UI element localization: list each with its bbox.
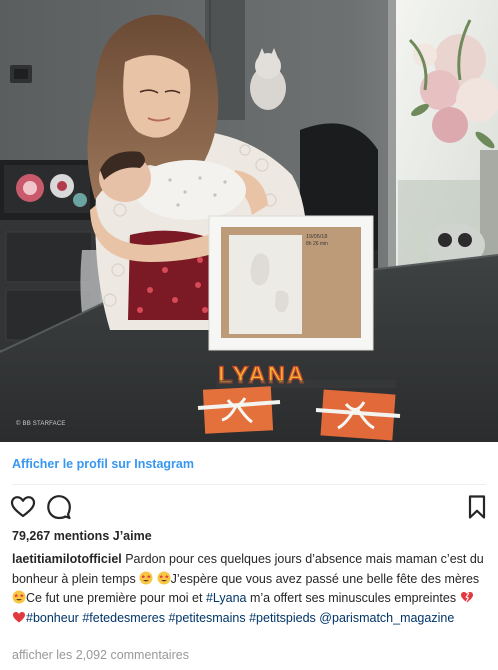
caption-text-3: Ce fut une première pour moi et (26, 591, 206, 605)
divider (12, 484, 486, 485)
instagram-embed: 19/05/18 8h 26 min LYANA © BB STARFACE A… (0, 0, 498, 670)
star-struck-emoji-icon (12, 590, 26, 604)
like-button[interactable] (10, 494, 36, 520)
comment-button[interactable] (46, 494, 72, 520)
hashtag-lyana[interactable]: #Lyana (206, 591, 247, 605)
hashtag-petitspieds[interactable]: #petitspieds (249, 611, 316, 625)
view-profile-link[interactable]: Afficher le profil sur Instagram (12, 457, 194, 471)
photo-watermark: © BB STARFACE (16, 421, 66, 427)
star-struck-emoji-icon (139, 571, 153, 585)
hashtag-fetedesmeres[interactable]: #fetedesmeres (82, 611, 165, 625)
hashtag-petitesmains[interactable]: #petitesmains (168, 611, 245, 625)
save-button[interactable] (464, 494, 490, 520)
bookmark-icon (468, 495, 486, 519)
caption-username[interactable]: laetitiamilotofficiel (12, 552, 122, 566)
hashtag-bonheur[interactable]: #bonheur (26, 611, 79, 625)
frame-time-text: 8h 26 min (306, 241, 328, 247)
post-photo-illustration: 19/05/18 8h 26 min LYANA (0, 0, 498, 442)
post-actions (10, 494, 490, 520)
caption-text-2: J’espère que vous avez passé une belle f… (170, 571, 480, 586)
post-photo[interactable]: 19/05/18 8h 26 min LYANA © BB STARFACE (0, 0, 498, 442)
star-struck-emoji-icon (157, 571, 171, 585)
likes-count[interactable]: 79,267 mentions J’aime (12, 529, 152, 543)
frame-date-text: 19/05/18 (306, 234, 327, 240)
red-heart-emoji-icon (12, 610, 26, 624)
mention-parismatch[interactable]: @parismatch_magazine (319, 611, 454, 625)
heart-outline-icon (10, 496, 36, 518)
view-comments-link[interactable]: afficher les 2,092 commentaires (12, 648, 189, 662)
speech-bubble-icon (47, 495, 71, 520)
caption-text-4: m’a offert ses minuscules empreintes (246, 591, 460, 605)
broken-heart-emoji-icon (460, 590, 474, 604)
post-caption: laetitiamilotofficiel Pardon pour ces qu… (12, 550, 486, 628)
